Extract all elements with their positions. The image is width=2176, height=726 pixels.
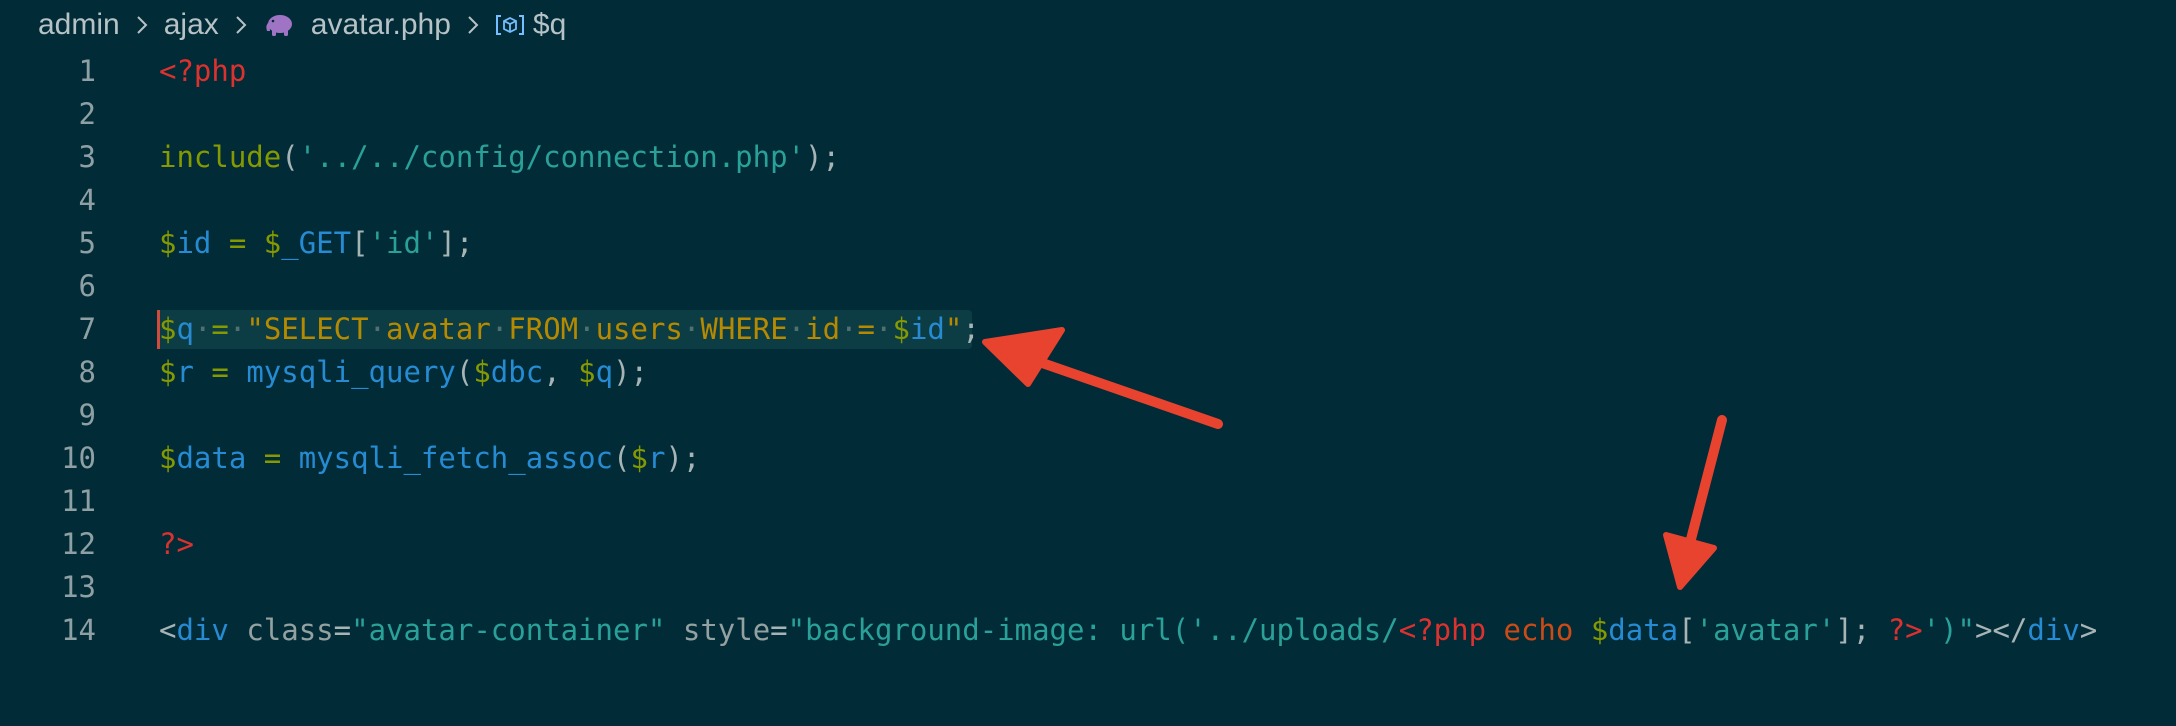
code-text[interactable]: <div class="avatar-container" style="bac… [159, 609, 2097, 652]
code-line[interactable]: 6 [0, 265, 2176, 308]
code-line[interactable]: 3 include('../../config/connection.php'); [0, 136, 2176, 179]
line-number: 6 [78, 269, 96, 303]
line-number: 4 [78, 183, 96, 217]
code-text[interactable]: $q·=·"SELECT·avatar·FROM·users·WHERE·id·… [159, 308, 980, 351]
breadcrumb-item-file[interactable]: avatar.php [311, 8, 451, 42]
variable-icon [495, 12, 525, 38]
code-line[interactable]: 2 [0, 93, 2176, 136]
code-line[interactable]: 8 $r = mysqli_query($dbc, $q); [0, 351, 2176, 394]
line-number: 14 [61, 613, 96, 647]
code-line[interactable]: 1 <?php [0, 50, 2176, 93]
code-line[interactable]: 10 $data = mysqli_fetch_assoc($r); [0, 437, 2176, 480]
chevron-right-icon [128, 11, 156, 39]
code-text[interactable]: $data = mysqli_fetch_assoc($r); [159, 437, 700, 480]
line-number: 9 [78, 398, 96, 432]
line-number: 13 [61, 570, 96, 604]
line-number: 12 [61, 527, 96, 561]
code-text[interactable]: ?> [159, 523, 194, 566]
chevron-right-icon [459, 11, 487, 39]
chevron-right-icon [227, 11, 255, 39]
code-text[interactable]: include('../../config/connection.php'); [159, 136, 840, 179]
line-number: 7 [78, 312, 96, 346]
line-number: 5 [78, 226, 96, 260]
code-line[interactable]: 7 $q·=·"SELECT·avatar·FROM·users·WHERE·id… [0, 308, 2176, 351]
line-number: 3 [78, 140, 96, 174]
breadcrumb-item-ajax[interactable]: ajax [164, 8, 219, 42]
php-elephant-icon [263, 11, 297, 39]
code-line[interactable]: 4 [0, 179, 2176, 222]
code-text[interactable]: <?php [159, 50, 246, 93]
line-number: 1 [78, 54, 96, 88]
code-line[interactable]: 12 ?> [0, 523, 2176, 566]
code-line[interactable]: 11 [0, 480, 2176, 523]
breadcrumb: admin ajax avatar.php $q [38, 0, 566, 50]
code-line[interactable]: 9 [0, 394, 2176, 437]
code-line[interactable]: 14 <div class="avatar-container" style="b… [0, 609, 2176, 652]
code-line[interactable]: 5 $id = $_GET['id']; [0, 222, 2176, 265]
breadcrumb-item-symbol[interactable]: $q [533, 8, 566, 42]
line-number: 2 [78, 97, 96, 131]
code-text[interactable]: $r = mysqli_query($dbc, $q); [159, 351, 648, 394]
line-number: 8 [78, 355, 96, 389]
code-text[interactable]: $id = $_GET['id']; [159, 222, 473, 265]
code-line[interactable]: 13 [0, 566, 2176, 609]
code-editor[interactable]: 1 <?php 2 3 include('../../config/connection… [0, 50, 2176, 652]
breadcrumb-item-admin[interactable]: admin [38, 8, 120, 42]
line-number: 10 [61, 441, 96, 475]
line-number: 11 [61, 484, 96, 518]
